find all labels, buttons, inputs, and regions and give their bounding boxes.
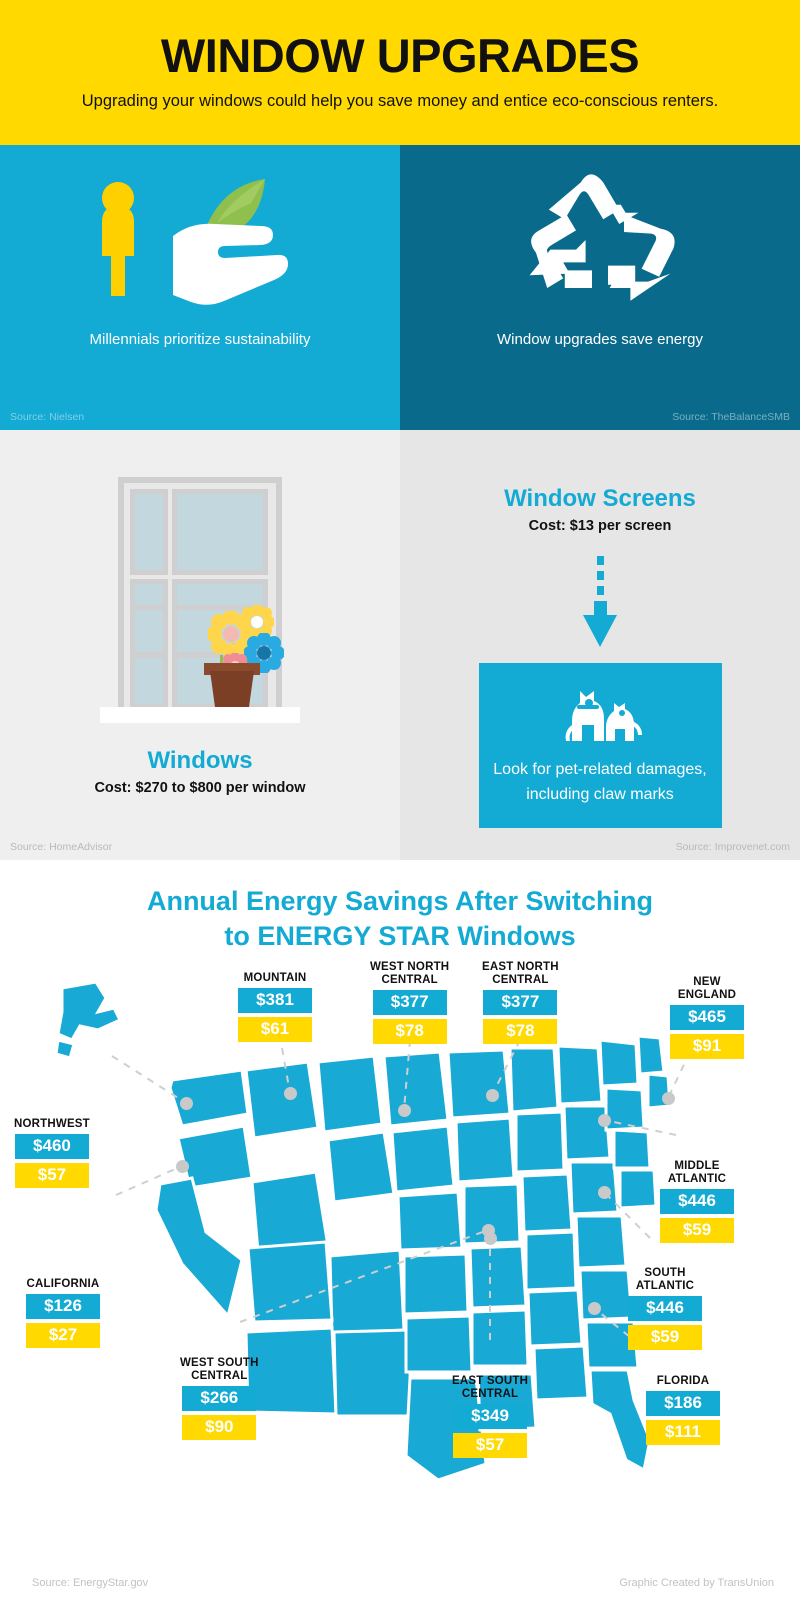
window-sill xyxy=(100,707,300,723)
region-value-primary: $465 xyxy=(670,1004,744,1030)
cost-section: Windows Cost: $270 to $800 per window So… xyxy=(0,430,800,860)
panel-energy: Window upgrades save energy Source: TheB… xyxy=(400,145,800,430)
window-illustration xyxy=(100,477,300,735)
region-value-secondary: $91 xyxy=(670,1033,744,1059)
windows-title: Windows xyxy=(147,747,253,774)
map-pin-middle-atlantic xyxy=(598,1114,611,1127)
map-title-line1: Annual Energy Savings After Switching xyxy=(146,886,654,916)
planter-box xyxy=(210,671,254,709)
windows-card: Windows Cost: $270 to $800 per window So… xyxy=(0,430,400,860)
map-pin-florida xyxy=(588,1302,601,1315)
page-subtitle: Upgrading your windows could help you sa… xyxy=(81,92,719,111)
hand-leaf-icon xyxy=(0,145,400,325)
map-pin-east-south xyxy=(484,1232,497,1245)
region-label-new-england: NEW ENGLAND $465 $91 xyxy=(670,976,744,1059)
map-pin-mountain xyxy=(284,1087,297,1100)
region-value-secondary: $59 xyxy=(628,1324,702,1350)
map-section: Annual Energy Savings After Switching to… xyxy=(0,860,800,1613)
map-pin-west-north xyxy=(398,1104,411,1117)
region-name: FLORIDA xyxy=(656,1375,710,1387)
panel-millennials: Millennials prioritize sustainability So… xyxy=(0,145,400,430)
region-value-primary: $186 xyxy=(646,1390,720,1416)
windows-cost: Cost: $270 to $800 per window xyxy=(94,780,306,796)
region-label-mountain: MOUNTAIN $381 $61 xyxy=(238,972,312,1042)
region-label-south-atlantic: SOUTH ATLANTIC $446 $59 xyxy=(628,1267,702,1350)
region-label-east-north-central: EAST NORTH CENTRAL $377 $78 xyxy=(482,961,559,1044)
region-name: SOUTH ATLANTIC xyxy=(635,1267,695,1292)
page-title: WINDOW UPGRADES xyxy=(160,29,640,83)
region-name: EAST NORTH CENTRAL xyxy=(482,961,559,986)
graphic-credit: Graphic Created by TransUnion xyxy=(619,1577,774,1589)
region-label-middle-atlantic: MIDDLE ATLANTIC $446 $59 xyxy=(660,1160,734,1243)
map-pin-east-north xyxy=(486,1089,499,1102)
panel-caption: Window upgrades save energy xyxy=(497,331,703,348)
recycle-icon xyxy=(400,145,800,325)
region-name: NORTHWEST xyxy=(14,1118,90,1130)
screens-source: Source: Improvenet.com xyxy=(675,841,790,853)
region-name: NEW ENGLAND xyxy=(677,976,737,1001)
region-label-california: CALIFORNIA $126 $27 xyxy=(26,1278,100,1348)
panel-source: Source: TheBalanceSMB xyxy=(672,411,790,423)
region-name: WEST NORTH CENTRAL xyxy=(370,961,450,986)
region-value-secondary: $90 xyxy=(182,1414,257,1440)
map-title: Annual Energy Savings After Switching to… xyxy=(0,860,800,953)
panel-source: Source: Nielsen xyxy=(10,411,85,423)
screens-title: Window Screens xyxy=(504,485,696,512)
region-value-secondary: $78 xyxy=(483,1018,558,1044)
region-value-primary: $460 xyxy=(14,1133,89,1159)
map-source: Source: EnergyStar.gov xyxy=(32,1577,149,1589)
region-value-primary: $266 xyxy=(182,1385,257,1411)
region-value-secondary: $27 xyxy=(26,1322,100,1348)
region-value-primary: $349 xyxy=(453,1403,528,1429)
map-pin-northwest xyxy=(180,1097,193,1110)
region-label-east-south-central: EAST SOUTH CENTRAL $349 $57 xyxy=(452,1375,528,1458)
screens-cost: Cost: $13 per screen xyxy=(528,518,672,534)
map-title-line2: to ENERGY STAR Windows xyxy=(224,920,576,951)
region-value-secondary: $111 xyxy=(646,1419,720,1445)
map-pin-south-atlantic xyxy=(598,1186,611,1199)
region-value-secondary: $59 xyxy=(660,1217,734,1243)
screens-card: Window Screens Cost: $13 per screen Look… xyxy=(400,430,800,860)
down-arrow-icon xyxy=(583,556,617,647)
region-value-secondary: $78 xyxy=(372,1018,447,1044)
pet-damage-callout: Look for pet-related damages, including … xyxy=(478,663,722,828)
region-value-primary: $377 xyxy=(372,989,447,1015)
icon-panels: Millennials prioritize sustainability So… xyxy=(0,145,800,430)
region-value-primary: $446 xyxy=(660,1188,734,1214)
header-banner: WINDOW UPGRADES Upgrading your windows c… xyxy=(0,0,800,145)
pet-damage-text: Look for pet-related damages, including … xyxy=(493,761,707,803)
region-label-florida: FLORIDA $186 $111 xyxy=(646,1375,720,1445)
region-name: CALIFORNIA xyxy=(26,1278,100,1290)
region-value-primary: $446 xyxy=(628,1295,702,1321)
map-pin-new-england xyxy=(662,1092,675,1105)
map-pin-california xyxy=(176,1160,189,1173)
region-value-secondary: $57 xyxy=(453,1432,528,1458)
region-label-west-south-central: WEST SOUTH CENTRAL $266 $90 xyxy=(180,1357,259,1440)
region-name: MOUNTAIN xyxy=(243,972,307,984)
windows-source: Source: HomeAdvisor xyxy=(10,841,113,853)
us-map: NORTHWEST $460 $57 MOUNTAIN $381 $61 WES… xyxy=(0,961,800,1530)
region-value-primary: $381 xyxy=(238,987,312,1013)
region-value-secondary: $57 xyxy=(14,1162,89,1188)
panel-caption: Millennials prioritize sustainability xyxy=(89,331,311,348)
region-value-primary: $377 xyxy=(483,989,558,1015)
window-frame xyxy=(118,477,282,715)
region-value-primary: $126 xyxy=(26,1293,100,1319)
region-value-secondary: $61 xyxy=(238,1016,312,1042)
region-name: MIDDLE ATLANTIC xyxy=(667,1160,727,1185)
region-label-northwest: NORTHWEST $460 $57 xyxy=(14,1118,90,1188)
dog-cat-icon xyxy=(546,681,654,748)
region-name: EAST SOUTH CENTRAL xyxy=(452,1375,529,1400)
region-name: WEST SOUTH CENTRAL xyxy=(180,1357,259,1382)
region-label-west-north-central: WEST NORTH CENTRAL $377 $78 xyxy=(370,961,449,1044)
